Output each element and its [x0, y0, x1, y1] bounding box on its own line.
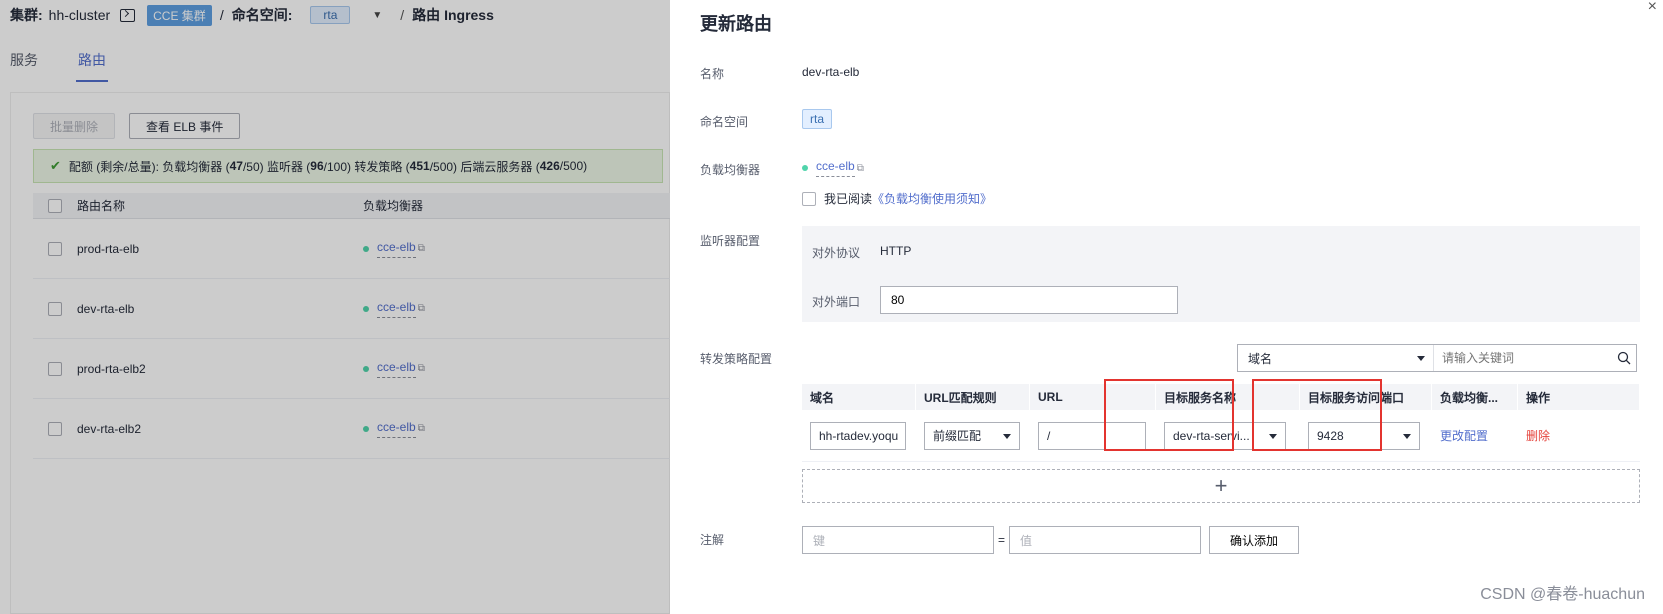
domain-input[interactable]: hh-rtadev.yoqu — [810, 421, 906, 450]
annotation-key-input[interactable]: 键 — [802, 526, 994, 554]
annotation-value-input[interactable]: 值 — [1009, 526, 1202, 554]
watermark: CSDN @春卷-huachun — [1480, 586, 1645, 603]
add-rule-button[interactable]: + — [802, 469, 1640, 503]
close-icon[interactable]: × — [1648, 0, 1657, 16]
lb-link[interactable]: cce-elb — [816, 159, 855, 177]
status-dot — [802, 165, 808, 171]
name-value: dev-rta-elb — [802, 65, 860, 79]
drawer-title: 更新路由 — [700, 14, 772, 34]
policy-search: 域名 — [1237, 344, 1637, 372]
namespace-label: 命名空间 — [700, 115, 749, 129]
protocol-value: HTTP — [880, 244, 912, 258]
column-header-domain: 域名 — [802, 384, 916, 410]
listener-config-label: 监听器配置 — [700, 234, 761, 248]
search-field-value: 域名 — [1248, 351, 1273, 366]
lb-notice-link[interactable]: 《负载均衡使用须知》 — [872, 190, 992, 207]
read-agreement-checkbox[interactable] — [802, 191, 816, 206]
search-input[interactable] — [1434, 351, 1612, 365]
protocol-label: 对外协议 — [812, 246, 861, 260]
column-header-actions: 操作 — [1518, 384, 1640, 410]
read-agreement: 我已阅读 《负载均衡使用须知》 — [802, 190, 992, 207]
load-balancer-label: 负载均衡器 — [700, 163, 761, 177]
match-rule-value: 前缀匹配 — [933, 429, 982, 443]
search-field-select[interactable]: 域名 — [1238, 345, 1434, 371]
delete-link[interactable]: 删除 — [1526, 429, 1550, 443]
annotation-row: 键 = 值 确认添加 — [802, 526, 1300, 554]
highlight-box-service — [1104, 379, 1234, 451]
port-input[interactable] — [880, 286, 1178, 314]
policy-config-label: 转发策略配置 — [700, 352, 773, 366]
confirm-add-button[interactable]: 确认添加 — [1209, 526, 1300, 554]
chevron-down-icon — [1417, 356, 1425, 361]
annotation-label: 注解 — [700, 533, 725, 547]
external-link-icon[interactable]: ⧉ — [857, 163, 864, 174]
column-header-lb: 负载均衡... — [1432, 384, 1518, 410]
equals-sign: = — [998, 533, 1006, 547]
chevron-down-icon — [1403, 433, 1411, 439]
update-route-drawer: 更新路由 × 名称 dev-rta-elb 命名空间 rta 负载均衡器 cce… — [670, 0, 1663, 614]
highlight-box-port — [1252, 379, 1382, 451]
name-label: 名称 — [700, 67, 725, 81]
read-prefix: 我已阅读 — [824, 192, 873, 206]
chevron-down-icon — [1003, 433, 1011, 439]
change-config-link[interactable]: 更改配置 — [1440, 429, 1488, 443]
namespace-tag: rta — [802, 109, 833, 129]
load-balancer-value: cce-elb ⧉ — [802, 159, 864, 177]
port-label: 对外端口 — [812, 295, 861, 309]
listener-config-panel: 对外协议 HTTP 对外端口 — [802, 226, 1640, 322]
modal-overlay[interactable] — [0, 0, 670, 614]
search-icon[interactable] — [1612, 345, 1636, 371]
match-rule-select[interactable]: 前缀匹配 — [924, 421, 1020, 450]
column-header-match-rule: URL匹配规则 — [916, 384, 1030, 410]
